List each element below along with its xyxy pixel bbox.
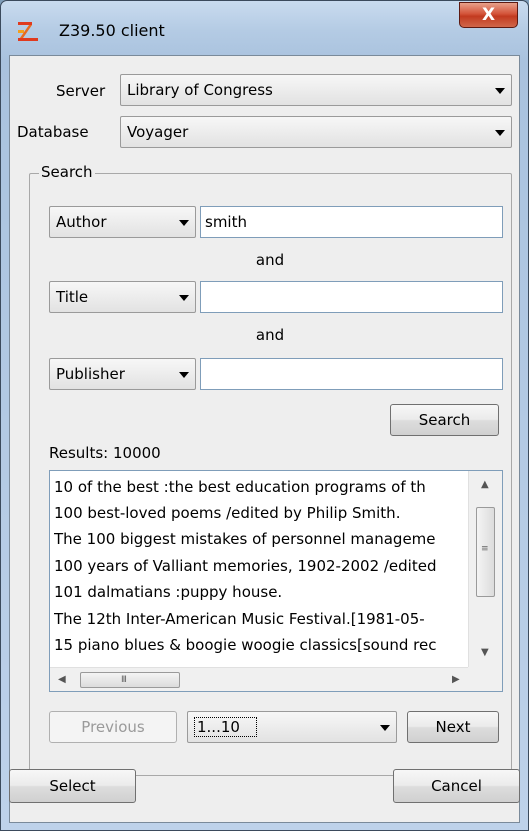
search-button[interactable]: Search xyxy=(390,404,499,436)
chevron-down-icon xyxy=(179,220,189,226)
connector-and-1: and xyxy=(255,251,285,269)
cancel-button[interactable]: Cancel xyxy=(393,769,520,803)
horizontal-scrollbar[interactable]: ◀ III ▶ xyxy=(50,667,468,691)
scroll-up-icon[interactable]: ▲ xyxy=(481,479,489,490)
list-item[interactable]: 100 best-loved poems /edited by Philip S… xyxy=(54,500,459,526)
list-item[interactable]: 101 dalmatians :puppy house. xyxy=(54,579,459,605)
search-group-title: Search xyxy=(39,163,95,181)
database-dropdown[interactable]: Voyager xyxy=(120,116,512,148)
page-range-dropdown[interactable]: 1...10 xyxy=(187,711,397,743)
field-dropdown-value: Author xyxy=(56,213,107,231)
list-item[interactable]: 15 piano blues & boogie woogie classics[… xyxy=(54,632,459,658)
scroll-right-icon[interactable]: ▶ xyxy=(452,674,460,685)
close-button[interactable]: X xyxy=(459,2,518,28)
grip-icon: III xyxy=(121,675,127,685)
horizontal-scroll-thumb[interactable]: III xyxy=(80,672,180,688)
select-button[interactable]: Select xyxy=(9,769,136,803)
database-dropdown-value: Voyager xyxy=(127,123,189,141)
field-dropdown-title[interactable]: Title xyxy=(49,281,196,313)
next-button[interactable]: Next xyxy=(407,711,499,743)
search-term-input-2[interactable] xyxy=(200,281,503,313)
list-item[interactable]: The 12th Inter-American Music Festival.[… xyxy=(54,606,459,632)
field-dropdown-publisher[interactable]: Publisher xyxy=(49,358,196,390)
results-count: Results: 10000 xyxy=(49,444,161,462)
chevron-down-icon xyxy=(495,130,505,136)
search-term-value: smith xyxy=(205,213,247,231)
field-dropdown-value: Title xyxy=(56,288,89,306)
scrollbar-corner xyxy=(468,667,502,691)
database-label: Database xyxy=(17,123,89,141)
scroll-down-icon[interactable]: ▼ xyxy=(481,647,489,658)
window-title: Z39.50 client xyxy=(59,21,165,40)
chevron-down-icon xyxy=(380,725,390,731)
chevron-down-icon xyxy=(495,88,505,94)
list-item[interactable]: The 100 biggest mistakes of personnel ma… xyxy=(54,526,459,552)
server-dropdown-value: Library of Congress xyxy=(127,81,273,99)
server-label: Server xyxy=(56,82,106,100)
scroll-left-icon[interactable]: ◀ xyxy=(58,674,66,685)
vertical-scrollbar[interactable]: ▲ ≡ ▼ xyxy=(468,471,502,667)
list-item[interactable]: 10 of the best :the best education progr… xyxy=(54,474,459,500)
vertical-scroll-thumb[interactable]: ≡ xyxy=(476,507,495,597)
field-dropdown-author[interactable]: Author xyxy=(49,206,196,238)
close-icon: X xyxy=(481,5,496,25)
results-list[interactable]: 10 of the best :the best education progr… xyxy=(49,470,503,692)
field-dropdown-value: Publisher xyxy=(56,365,125,383)
server-dropdown[interactable]: Library of Congress xyxy=(120,74,512,106)
chevron-down-icon xyxy=(179,295,189,301)
previous-button[interactable]: Previous xyxy=(49,711,177,743)
z3950-app-icon xyxy=(18,22,38,41)
connector-and-2: and xyxy=(255,326,285,344)
search-term-input-1[interactable]: smith xyxy=(200,206,503,238)
list-item[interactable]: 100 years of Valliant memories, 1902-200… xyxy=(54,553,459,579)
page-range-value: 1...10 xyxy=(194,717,257,737)
chevron-down-icon xyxy=(179,372,189,378)
title-bar[interactable]: Z39.50 client X xyxy=(1,1,528,55)
dialog-window: Z39.50 client X Server Library of Congre… xyxy=(0,0,529,831)
grip-icon: ≡ xyxy=(481,544,488,554)
search-term-input-3[interactable] xyxy=(200,358,503,390)
